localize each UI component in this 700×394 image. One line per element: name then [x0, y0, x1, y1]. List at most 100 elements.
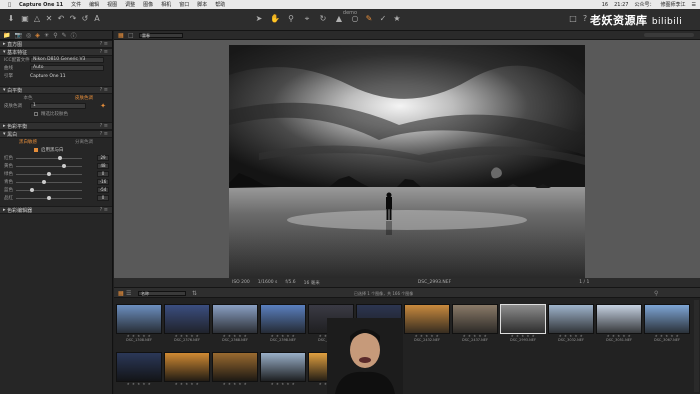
grid-view-icon[interactable]: ▦ [118, 290, 124, 297]
tab-local-icon[interactable]: ✎ [62, 32, 67, 39]
thumbnail-image[interactable] [116, 304, 162, 334]
bw-slider-value[interactable]: 0 [97, 195, 109, 201]
text-icon[interactable]: A [92, 14, 102, 24]
thumbnail[interactable]: ★ ★ ★ ★ ★ DSC_2376.NEF [164, 304, 210, 344]
apple-icon[interactable]:  [8, 2, 11, 8]
bw-slider-knob[interactable] [30, 187, 35, 192]
tab-exposure-icon[interactable]: ☀ [44, 32, 49, 39]
thumbnail-image[interactable] [116, 352, 162, 382]
bw-slider-knob[interactable] [47, 171, 51, 176]
capture-icon[interactable]: ▣ [20, 14, 30, 24]
bw-slider-knob[interactable] [42, 179, 47, 184]
sort-select[interactable]: 名称 [138, 291, 186, 296]
redo-icon[interactable]: ↷ [68, 14, 78, 24]
thumbnail-image[interactable] [452, 304, 498, 334]
section-controls-icon[interactable]: ? ≡ [100, 87, 108, 93]
thumbnail-image[interactable] [260, 352, 306, 382]
bw-slider-value[interactable]: -54 [97, 187, 109, 193]
thumbnail[interactable]: ★ ★ ★ ★ ★ DSC_3067.NEF [644, 304, 690, 344]
menu-app-name[interactable]: Capture One 11 [19, 2, 63, 8]
section-black-white[interactable]: ▾ 黑白? ≡ [0, 130, 112, 138]
menu-image[interactable]: 图像 [143, 1, 153, 8]
menu-file[interactable]: 文件 [71, 1, 81, 8]
uniform-checkbox[interactable] [34, 112, 38, 116]
menu-edit[interactable]: 编辑 [89, 1, 99, 8]
user-name[interactable]: 修图师李江 [661, 1, 686, 8]
section-color-editor[interactable]: ▸ 色彩编辑器? ≡ [0, 206, 112, 214]
section-white-balance[interactable]: ▾ 白平衡? ≡ [0, 86, 112, 94]
bw-slider-value[interactable]: -16 [97, 179, 109, 185]
bw-slider-track[interactable] [16, 155, 82, 160]
thumbnail-image[interactable] [644, 304, 690, 334]
menu-window[interactable]: 窗口 [179, 1, 189, 8]
section-base-characteristics[interactable]: ▾ 基本特征? ≡ [0, 48, 112, 56]
sort-direction-icon[interactable]: ⇅ [192, 290, 197, 297]
thumbnail-image[interactable] [596, 304, 642, 334]
bw-slider-value[interactable]: 0 [97, 171, 109, 177]
thumbnail-image[interactable] [500, 304, 546, 334]
eyedropper-icon[interactable]: ✦ [100, 102, 106, 110]
bw-slider-value[interactable]: 29 [97, 155, 109, 161]
picker-tool-icon[interactable]: ✓ [378, 14, 388, 24]
thumbnail-image[interactable] [548, 304, 594, 334]
keystone-icon[interactable]: △ [32, 14, 42, 24]
tab-capture-icon[interactable]: 📷 [14, 32, 21, 39]
thumbnail-image[interactable] [212, 352, 258, 382]
thumbnail[interactable]: ★ ★ ★ ★ ★ DSC_1308.NEF [116, 304, 162, 344]
section-controls-icon[interactable]: ? ≡ [100, 41, 108, 47]
rating-stars[interactable]: ★ ★ ★ ★ ★ [164, 382, 210, 386]
list-view-icon[interactable]: ☰ [126, 290, 131, 297]
thumbnail[interactable]: ★ ★ ★ ★ ★ DSC_2432.NEF [404, 304, 450, 344]
section-controls-icon[interactable]: ? ≡ [100, 123, 108, 129]
menu-camera[interactable]: 相机 [161, 1, 171, 8]
rating-stars[interactable]: ★ ★ ★ ★ ★ [212, 382, 258, 386]
rating-stars[interactable]: ★ ★ ★ ★ ★ [260, 382, 306, 386]
section-controls-icon[interactable]: ? ≡ [100, 207, 108, 213]
skin-select[interactable]: 1 [30, 103, 86, 109]
thumbnail[interactable]: ★ ★ ★ ★ ★ [260, 352, 306, 392]
section-controls-icon[interactable]: ? ≡ [100, 131, 108, 137]
thumbnail[interactable]: ★ ★ ★ ★ ★ DSC_2398.NEF [260, 304, 306, 344]
zoom-slider[interactable] [644, 33, 694, 37]
wb-tab-skin[interactable]: 皮肤色调 [56, 95, 112, 101]
layout-icon[interactable]: □ [568, 14, 578, 24]
section-histogram[interactable]: ▸ 直方图? ≡ [0, 40, 112, 48]
import-icon[interactable]: ⬇ [6, 14, 16, 24]
tab-library-icon[interactable]: 📁 [3, 32, 10, 39]
wb-tab-mode[interactable]: 本色 [0, 95, 56, 101]
section-color-balance[interactable]: ▸ 色彩平衡? ≡ [0, 122, 112, 130]
rating-stars[interactable]: ★ ★ ★ ★ ★ [116, 382, 162, 386]
bw-slider-track[interactable] [16, 179, 82, 184]
thumbnail-image[interactable] [212, 304, 258, 334]
bw-slider-track[interactable] [16, 187, 82, 192]
bw-slider-track[interactable] [16, 163, 82, 168]
thumbnail[interactable]: ★ ★ ★ ★ ★ DSC_2437.NEF [452, 304, 498, 344]
reset-icon[interactable]: ↺ [80, 14, 90, 24]
cursor-tool-icon[interactable]: ➤ [254, 14, 264, 24]
thumbnail[interactable]: ★ ★ ★ ★ ★ DSC_3032.NEF [548, 304, 594, 344]
delete-icon[interactable]: ✕ [44, 14, 54, 24]
thumbnail[interactable]: ★ ★ ★ ★ ★ DSC_2368.NEF [212, 304, 258, 344]
thumbnail-image[interactable] [404, 304, 450, 334]
grid-view-icon[interactable]: ▦ [118, 32, 124, 39]
bw-slider-knob[interactable] [61, 163, 66, 168]
section-controls-icon[interactable]: ? ≡ [100, 49, 108, 55]
menu-adjust[interactable]: 调整 [125, 1, 135, 8]
bw-tab-split[interactable]: 分离色调 [56, 139, 112, 145]
tab-metadata-icon[interactable]: ⓘ [71, 31, 77, 40]
enable-bw-checkbox[interactable] [34, 148, 38, 152]
stamp-tool-icon[interactable]: ★ [392, 14, 402, 24]
thumbnail[interactable]: ★ ★ ★ ★ ★ [212, 352, 258, 392]
help-icon[interactable]: ? [580, 14, 590, 24]
browser-scrollbar[interactable] [694, 300, 699, 392]
thumbnail-image[interactable] [164, 304, 210, 334]
rotate-tool-icon[interactable]: ↻ [318, 14, 328, 24]
tab-color-icon[interactable]: ◈ [35, 32, 40, 39]
zoom-tool-icon[interactable]: ⚲ [286, 14, 296, 24]
thumbnail[interactable]: ★ ★ ★ ★ ★ DSC_3051.NEF [596, 304, 642, 344]
search-icon[interactable]: ⚲ [654, 290, 658, 297]
variant-select[interactable]: 富春 [139, 33, 183, 38]
single-view-icon[interactable]: □ [128, 32, 134, 39]
bw-slider-value[interactable]: 48 [97, 163, 109, 169]
menu-list-icon[interactable]: ☰ [692, 2, 696, 8]
